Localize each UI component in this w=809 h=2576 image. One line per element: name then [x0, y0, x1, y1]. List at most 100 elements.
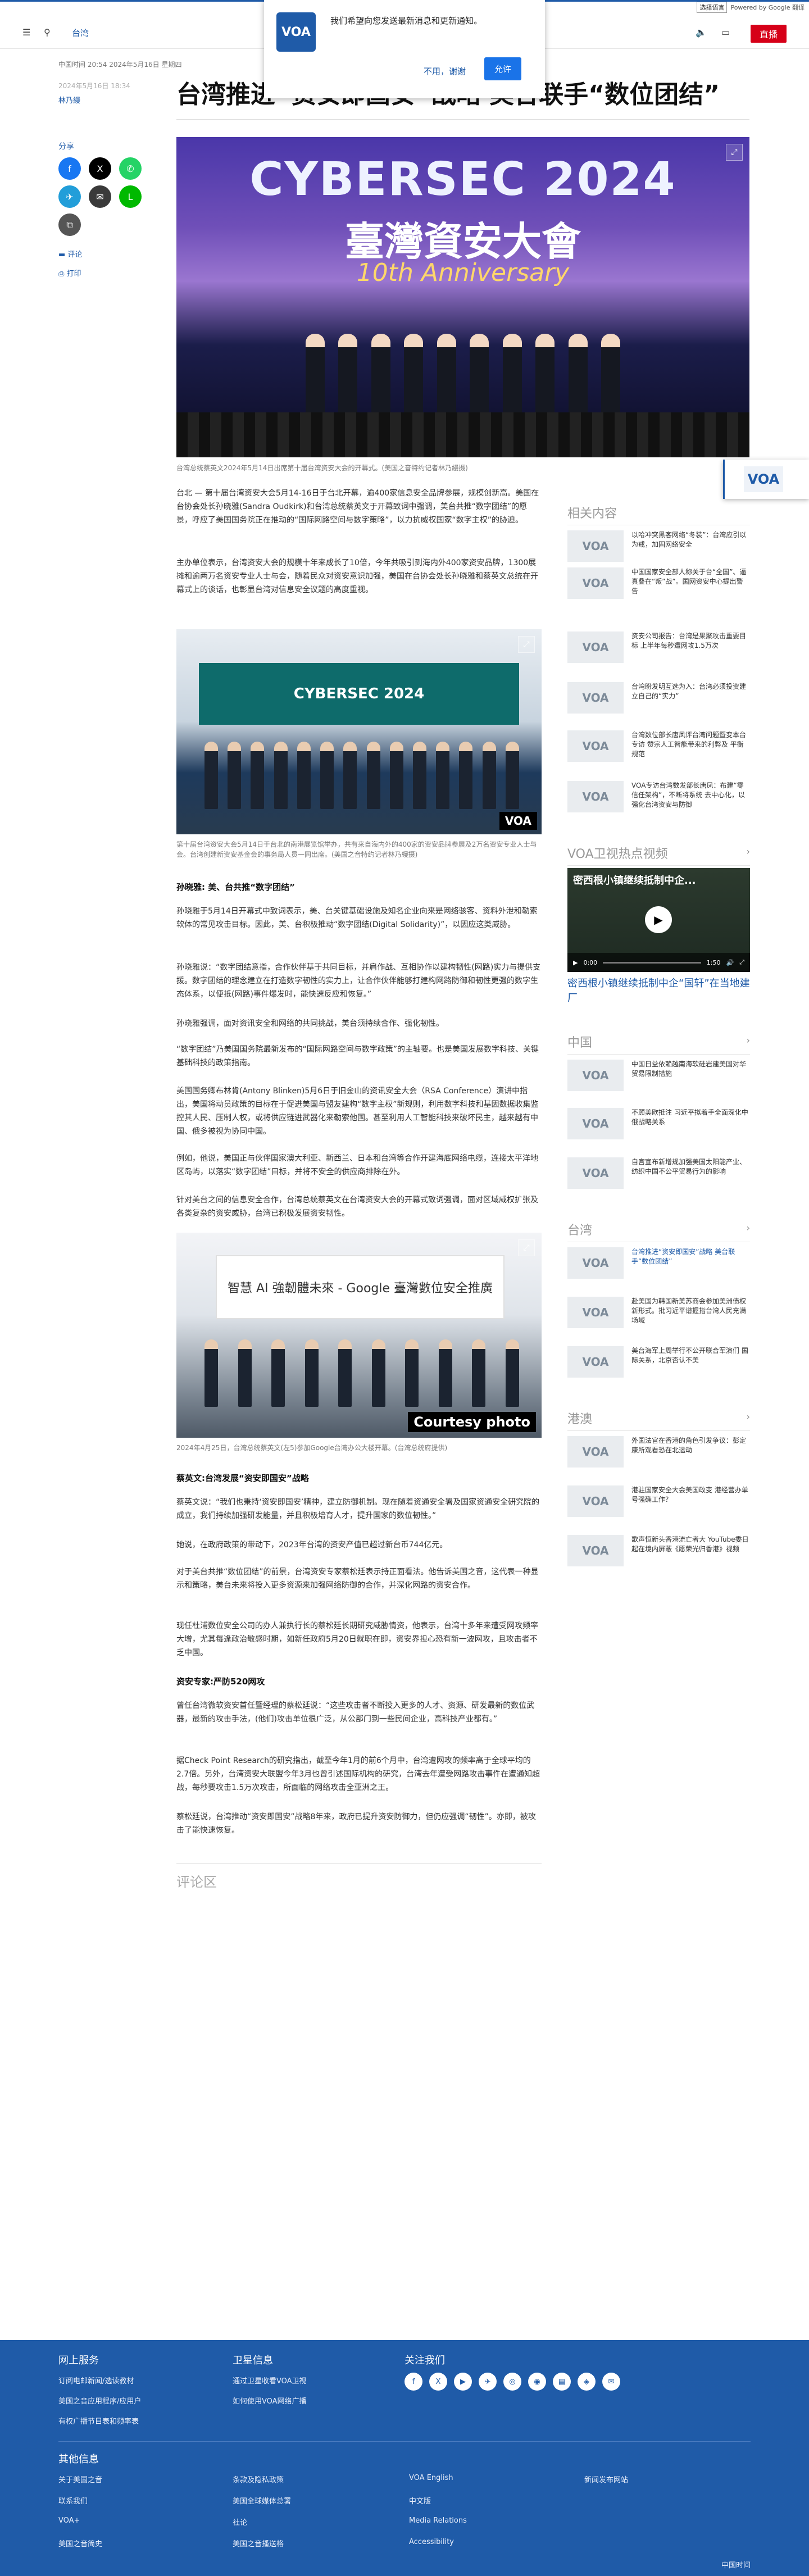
footer-link[interactable]: 美国之音简史 — [58, 2538, 102, 2548]
photo-3-people — [204, 1334, 519, 1407]
video-player[interactable]: 密西根小镇继续抵制中企... ▶ ▶ 0:00 1:50 🔊 ⤢ — [567, 868, 750, 972]
footer-link[interactable]: VOA+ — [58, 2516, 80, 2525]
expand-icon[interactable]: ⤢ — [518, 636, 535, 653]
article-author[interactable]: 林乃縵 — [58, 94, 80, 105]
footer-link[interactable]: VOA English — [409, 2474, 453, 2482]
footer-link[interactable]: 有权广播节目表和频率表 — [58, 2415, 139, 2426]
facebook-share-icon[interactable]: f — [58, 157, 81, 180]
photo-2-people — [204, 736, 519, 809]
voa-thumb-icon: VOA — [567, 1060, 624, 1091]
china-item[interactable]: VOA 自宫宣布新增规加强美国太阳能产业、纺织中国不公平贸易行为的影响 — [567, 1157, 750, 1189]
paragraph-9: 针对美台之间的信息安全合作，台湾总统蔡英文在台湾资安大会的开幕式致词强调，面对区… — [176, 1196, 538, 1218]
footer-link[interactable]: 新闻发布网站 — [584, 2474, 628, 2484]
china-heading[interactable]: 中国 › — [567, 1033, 750, 1055]
footer-link[interactable]: 美国之音播送格 — [233, 2538, 284, 2548]
hk-item-title: 外国法官在香港的角色引发争议：彭定康所观看恐在北运动 — [631, 1437, 747, 1454]
whatsapp-share-icon[interactable]: ✆ — [119, 157, 142, 180]
footer-link[interactable]: 美国全球媒体总署 — [233, 2495, 291, 2506]
related-item[interactable]: VOA 以哈冲突黑客网络“冬装”：台湾应引以为戒，加固网络安全 — [567, 530, 750, 562]
footer-link[interactable]: 如何使用VOA网络广播 — [233, 2395, 307, 2406]
footer-link[interactable]: 关于美国之音 — [58, 2474, 102, 2484]
china-item[interactable]: VOA 不顾美欧抵注 习近平拟着手全面深化中俄战略关系 — [567, 1108, 750, 1139]
live-button[interactable]: 直播 — [750, 25, 787, 43]
footer-link[interactable]: 美国之音应用程序/应用户 — [58, 2395, 141, 2406]
taiwan-item[interactable]: VOA 台湾推进“资安即国安”战略 美台联手“数位团结” — [567, 1247, 750, 1279]
menu-icon[interactable]: ☰ — [22, 27, 30, 38]
footer-satellite-heading: 卫星信息 — [233, 2355, 273, 2366]
expand-icon[interactable]: ⤢ — [726, 144, 743, 161]
footer-link[interactable]: 通过卫星收看VOA卫视 — [233, 2375, 307, 2386]
section-label[interactable]: 台湾 — [72, 27, 89, 39]
voa-thumb-icon: VOA — [567, 530, 624, 562]
audio-icon[interactable]: 🔈 — [696, 27, 707, 38]
paragraph-14: 曾任台湾微软资安首任暨经理的蔡松廷说：“这些攻击者不断投入更多的人才、资源、研发… — [176, 1701, 535, 1724]
x-share-icon[interactable]: X — [89, 157, 111, 180]
video-progress-bar[interactable] — [603, 961, 701, 964]
taiwan-heading[interactable]: 台湾 › — [567, 1220, 750, 1242]
app-icon[interactable]: ◈ — [578, 2373, 596, 2391]
x-icon[interactable]: X — [429, 2373, 447, 2391]
hk-item[interactable]: VOA 歌声恒新头香港流亡者大 YouTube委日起在境内屏蔽《愿荣光归香港》视频 — [567, 1535, 750, 1566]
related-item[interactable]: VOA 台湾盼发明互选为入：台湾必须投资建立自己的“实力” — [567, 682, 750, 714]
instagram-icon[interactable]: ◎ — [503, 2373, 521, 2391]
fullscreen-icon[interactable]: ⤢ — [739, 958, 744, 966]
hero-title: CYBERSEC 2024 — [249, 153, 676, 206]
footer-link[interactable]: 订阅电邮新闻/选读教材 — [58, 2375, 134, 2386]
email-share-icon[interactable]: ✉ — [89, 185, 111, 208]
footer-link[interactable]: 中文版 — [409, 2495, 431, 2506]
hero-image[interactable]: CYBERSEC 2024 臺灣資安大會 10th Anniversary ⤢ — [176, 137, 749, 457]
video-icon[interactable]: ▭ — [721, 27, 730, 38]
taiwan-item-title: 赴美国为韩国新美苏商会参加美洲债权新形式。批习近平谱握指台湾人民充满场域 — [631, 1297, 747, 1324]
play-icon[interactable]: ▶ — [645, 906, 672, 933]
related-item[interactable]: VOA 中国国家安全部人称关于台“全国”、逼真叠在“叛”战”。国网资安中心提出警告 — [567, 567, 750, 599]
taiwan-item[interactable]: VOA 赴美国为韩国新美苏商会参加美洲债权新形式。批习近平谱握指台湾人民充满场域 — [567, 1297, 750, 1328]
language-select[interactable]: 选择语言 — [697, 2, 728, 13]
print-link[interactable]: ⎙ 打印 — [58, 267, 81, 278]
hk-heading[interactable]: 港澳 › — [567, 1409, 750, 1431]
video-heading[interactable]: VOA卫视热点视频 › — [567, 844, 750, 866]
related-item[interactable]: VOA 资安公司报告：台湾是果聚攻击重要目标 上半年每秒遭网攻1.5万次 — [567, 631, 750, 663]
comments-link[interactable]: ▬ 评论 — [58, 248, 82, 259]
comments-heading: 评论区 — [176, 1874, 217, 1890]
china-item[interactable]: VOA 中国日益依赖越南海软硅岩建美国对华贸易限制措施 — [567, 1060, 750, 1091]
hk-item[interactable]: VOA 外国法官在香港的角色引发争议：彭定康所观看恐在北运动 — [567, 1436, 750, 1468]
footer-link[interactable]: 社论 — [233, 2516, 247, 2527]
video-caption[interactable]: 密西根小镇继续抵制中企“国轩”在当地建厂 — [567, 976, 750, 1006]
related-item[interactable]: VOA 台湾数位部长唐凤评台湾问题暨变本台专访 赞宗人工智能带来的利弊及 平衡规范 — [567, 730, 750, 762]
line-share-icon[interactable]: L — [119, 185, 142, 208]
facebook-icon[interactable]: f — [404, 2373, 422, 2391]
notification-decline-button[interactable]: 不用，谢谢 — [417, 61, 472, 81]
podcast-icon[interactable]: ◉ — [528, 2373, 546, 2391]
footer-divider — [58, 2441, 751, 2442]
chevron-right-icon: › — [746, 1411, 750, 1422]
footer-time-label: 中国时间 — [721, 2561, 751, 2570]
hk-item[interactable]: VOA 港驻国家安全大会美国政变 港经营办单号强确工作？ — [567, 1485, 750, 1517]
related-item-title: 台湾数位部长唐凤评台湾问题暨变本台专访 赞宗人工智能带来的利弊及 平衡规范 — [631, 731, 747, 758]
search-icon[interactable]: ⚲ — [44, 27, 51, 38]
photo-3[interactable]: 智慧 AI 強韌體未來 - Google 臺灣數位安全推廣 ⤢ Courtesy… — [176, 1233, 542, 1438]
copy-link-icon[interactable]: ⧉ — [58, 213, 81, 236]
rss-icon[interactable]: ▤ — [553, 2373, 571, 2391]
footer-link[interactable]: 条款及隐私政策 — [233, 2474, 284, 2484]
related-heading[interactable]: 相关内容 — [567, 503, 750, 525]
photo-2[interactable]: CYBERSEC 2024 ⤢ VOA — [176, 629, 542, 834]
notification-allow-button[interactable]: 允许 — [484, 57, 522, 80]
powered-by-translate[interactable]: Powered by Google 翻译 — [730, 3, 805, 12]
related-item[interactable]: VOA VOA专访台湾数发部长唐凤：布建“零信任架构”，不断将系统 去中心化，以强… — [567, 781, 750, 812]
email-icon[interactable]: ✉ — [602, 2373, 620, 2391]
footer-link[interactable]: 联系我们 — [58, 2495, 88, 2506]
telegram-icon[interactable]: ✈ — [479, 2373, 497, 2391]
print-icon: ⎙ — [58, 270, 67, 278]
telegram-share-icon[interactable]: ✈ — [58, 185, 81, 208]
notification-prompt: VOA 我们希望向您发送最新消息和更新通知。 不用，谢谢 允许 — [264, 0, 545, 98]
volume-icon[interactable]: 🔊 — [726, 959, 734, 966]
language-bar: 选择语言 Powered by Google 翻译 — [697, 2, 809, 13]
play-small-icon[interactable]: ▶ — [573, 959, 578, 966]
youtube-icon[interactable]: ▶ — [454, 2373, 472, 2391]
expand-icon[interactable]: ⤢ — [518, 1239, 535, 1256]
footer-link[interactable]: Accessibility — [409, 2538, 454, 2546]
floating-voa-widget[interactable]: VOA — [723, 460, 809, 499]
article-date: 中国时间 20:54 2024年5月16日 星期四 — [58, 61, 182, 69]
taiwan-item[interactable]: VOA 美台海军上周举行不公开联合军演们 国际关系，北京否认不美 — [567, 1346, 750, 1378]
footer-link[interactable]: Media Relations — [409, 2516, 467, 2525]
